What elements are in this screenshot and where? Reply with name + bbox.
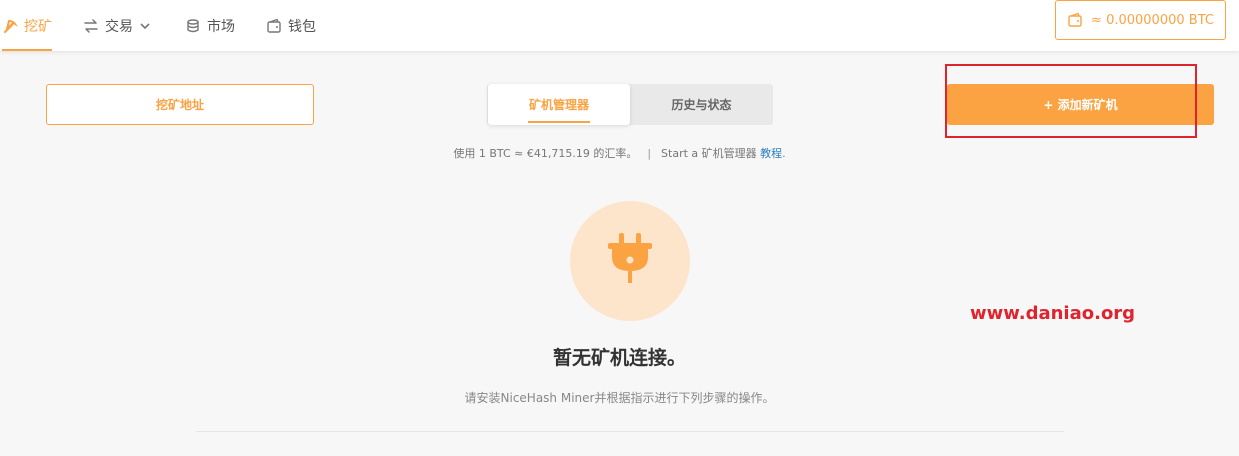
nav-item-trade[interactable]: 交易 (83, 0, 151, 51)
tab-bar: 矿机管理器 历史与状态 (487, 84, 773, 125)
nav-item-label: 市场 (207, 18, 235, 35)
divider (196, 431, 1064, 432)
wallet-icon (266, 18, 282, 34)
pickaxe-icon (2, 18, 18, 34)
empty-state-illustration (570, 201, 690, 321)
tutorial-link[interactable]: 教程 (760, 147, 782, 160)
swap-arrows-icon (83, 18, 99, 34)
nav-item-label: 挖矿 (24, 18, 52, 35)
nav-item-wallet[interactable]: 钱包 (266, 0, 316, 51)
rate-text: 使用 1 BTC ≈ €41,715.19 的汇率。 (453, 147, 638, 160)
exchange-rate-info: 使用 1 BTC ≈ €41,715.19 的汇率。 | Start a 矿机管理器… (0, 145, 1239, 161)
period: . (782, 147, 786, 160)
watermark-text: www.daniao.org (970, 303, 1136, 324)
empty-state-title: 暂无矿机连接。 (552, 347, 686, 369)
tab-history-status[interactable]: 历史与状态 (630, 84, 773, 125)
top-nav: 挖矿 交易 市场 钱包 ≈ 0.00000000 BTC (0, 0, 1239, 51)
active-underline (2, 49, 52, 51)
tab-active-underline (528, 121, 590, 123)
separator: | (647, 147, 652, 160)
mining-address-button[interactable]: 挖矿地址 (46, 84, 314, 125)
tab-label: 历史与状态 (671, 98, 732, 112)
coins-icon (185, 18, 201, 34)
nav-item-label: 交易 (105, 18, 133, 35)
wallet-icon (1067, 12, 1083, 28)
tab-miner-manager[interactable]: 矿机管理器 (488, 84, 630, 125)
wallet-balance-button[interactable]: ≈ 0.00000000 BTC (1055, 0, 1226, 40)
annotation-highlight-box (945, 64, 1197, 138)
nav-item-mining[interactable]: 挖矿 (2, 0, 52, 51)
plug-icon (604, 231, 656, 291)
wallet-balance: ≈ 0.00000000 BTC (1091, 12, 1214, 28)
chevron-down-icon (139, 20, 151, 32)
nav-item-label: 钱包 (288, 18, 316, 35)
empty-state-description: 请安装NiceHash Miner并根据指示进行下列步骤的操作。 (464, 391, 775, 405)
tab-label: 矿机管理器 (528, 98, 589, 112)
nav-item-market[interactable]: 市场 (185, 0, 235, 51)
start-text: Start a 矿机管理器 (661, 147, 761, 160)
